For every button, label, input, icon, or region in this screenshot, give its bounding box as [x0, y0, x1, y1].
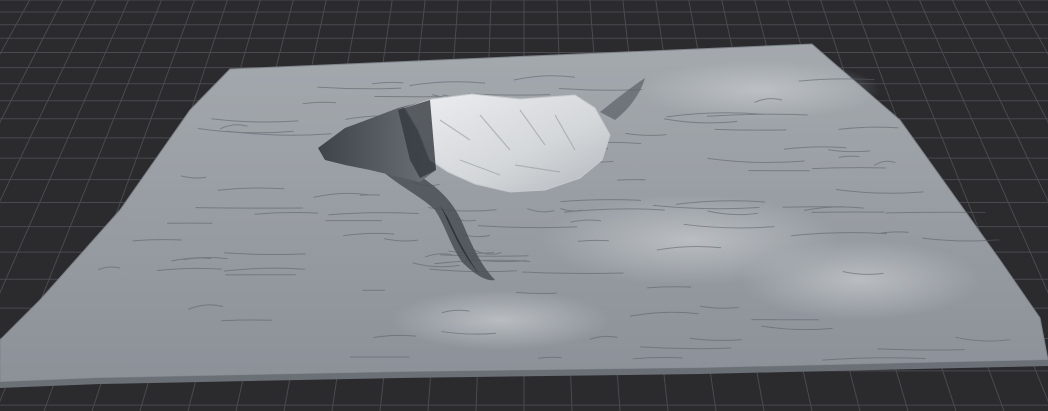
terrain-highlight	[740, 240, 980, 320]
terrain-highlight	[390, 290, 610, 350]
terrain-highlight	[640, 60, 880, 120]
viewport-canvas[interactable]	[0, 0, 1048, 411]
terrain-mesh[interactable]	[0, 43, 1048, 388]
3d-viewport[interactable]	[0, 0, 1048, 411]
